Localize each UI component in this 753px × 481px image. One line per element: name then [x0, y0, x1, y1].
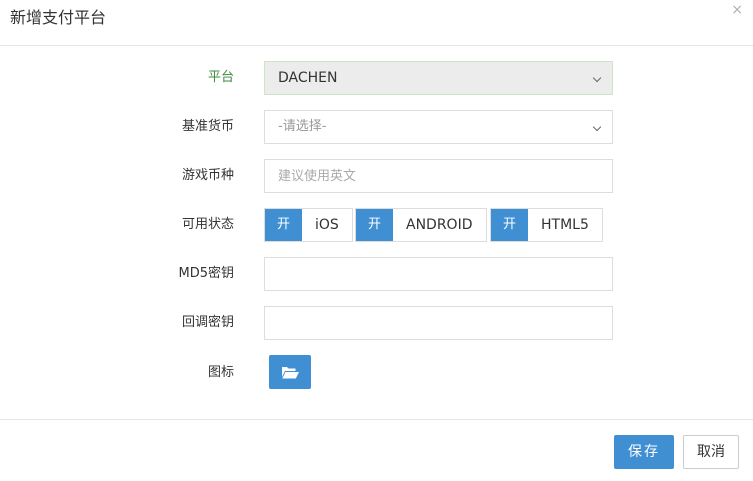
ios-toggle-state: 开: [265, 209, 302, 241]
dialog-header: 新增支付平台 ×: [0, 0, 753, 46]
base-currency-select[interactable]: -请选择-: [264, 110, 613, 144]
game-currency-label: 游戏币种: [181, 168, 234, 183]
icon-label: 图标: [207, 365, 234, 380]
base-currency-label: 基准货币: [181, 119, 234, 134]
ios-toggle[interactable]: 开 iOS: [264, 208, 353, 242]
md5-key-input[interactable]: [264, 257, 613, 291]
game-currency-input[interactable]: [264, 159, 613, 193]
cancel-button[interactable]: 取消: [683, 435, 739, 469]
platform-select-value: DACHEN: [278, 70, 338, 86]
availability-label: 可用状态: [181, 217, 234, 232]
callback-key-input[interactable]: [264, 306, 613, 340]
android-toggle-label: ANDROID: [406, 217, 473, 233]
close-icon[interactable]: ×: [731, 3, 743, 17]
dialog-title: 新增支付平台: [10, 8, 107, 27]
md5-key-label: MD5密钥: [178, 266, 235, 281]
platform-label: 平台: [207, 70, 234, 85]
folder-open-icon: [282, 367, 299, 379]
save-button[interactable]: 保存: [614, 435, 674, 469]
platform-select[interactable]: DACHEN: [264, 61, 613, 95]
chevron-down-icon: [592, 73, 602, 83]
html5-toggle-state: 开: [491, 209, 528, 241]
footer-divider: [0, 419, 753, 420]
html5-toggle-label: HTML5: [541, 217, 589, 233]
html5-toggle[interactable]: 开 HTML5: [490, 208, 603, 242]
add-payment-platform-dialog: 新增支付平台 × 平台 DACHEN 基准货币 -请选择- 游戏币种 可用状态 …: [0, 0, 753, 481]
callback-key-label: 回调密钥: [181, 315, 234, 330]
upload-icon-button[interactable]: [269, 355, 311, 389]
ios-toggle-label: iOS: [315, 217, 339, 233]
android-toggle-state: 开: [356, 209, 393, 241]
android-toggle[interactable]: 开 ANDROID: [355, 208, 487, 242]
base-currency-select-value: -请选择-: [278, 119, 327, 134]
chevron-down-icon: [592, 122, 602, 132]
